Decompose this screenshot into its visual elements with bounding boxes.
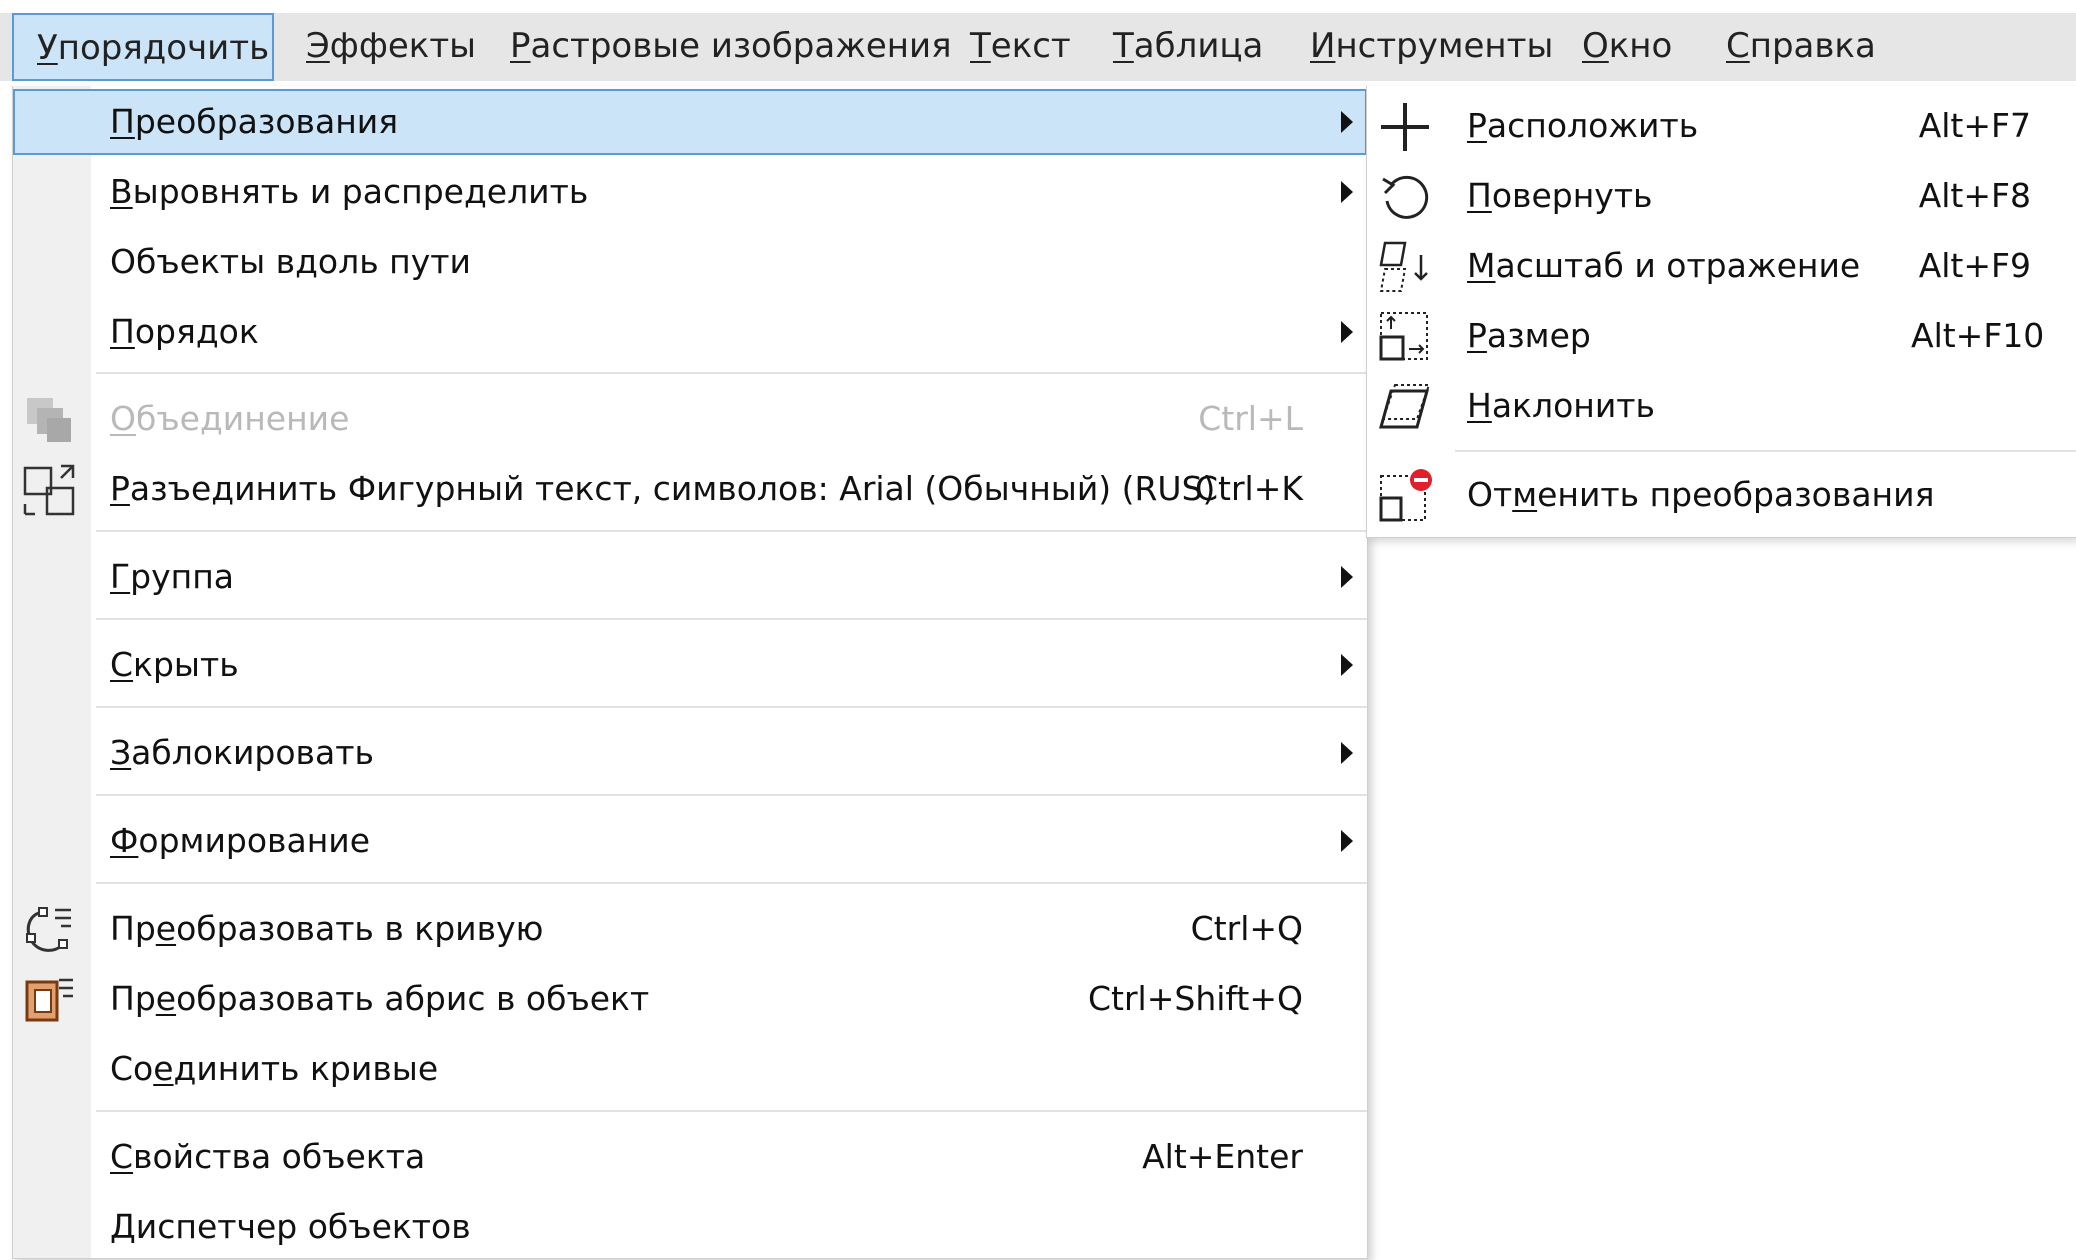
convert-to-curve-icon [26, 907, 71, 952]
submenu-item-shortcut: Alt+F7 [1918, 106, 2031, 145]
skew-icon [1379, 384, 1431, 429]
menu-item-convert-to-curve[interactable]: Преобразовать в кривую Ctrl+Q [13, 896, 1367, 962]
menu-tools[interactable]: Инструменты [1310, 13, 1553, 81]
menu-separator [96, 618, 1367, 620]
submenu-arrow-icon [1341, 830, 1353, 852]
submenu-item-label: Размер [1467, 316, 1591, 355]
menu-item-outline-to-object[interactable]: Преобразовать абрис в объект Ctrl+Shift+… [13, 966, 1367, 1032]
menu-item-break-apart[interactable]: Разъединить Фигурный текст, символов: Ar… [13, 456, 1367, 522]
transformations-submenu: Расположить Alt+F7 Повернуть Alt+F8 Масш… [1366, 86, 2076, 538]
submenu-item-size[interactable]: Размер Alt+F10 [1367, 303, 2076, 369]
menu-item-shortcut: Alt+Enter [1142, 1137, 1303, 1176]
submenu-arrow-icon [1341, 111, 1353, 133]
submenu-item-label: Наклонить [1467, 386, 1655, 425]
submenu-item-label: Повернуть [1467, 176, 1653, 215]
menu-arrange[interactable]: Упорядочить [12, 13, 274, 81]
submenu-arrow-icon [1341, 654, 1353, 676]
submenu-arrow-icon [1341, 566, 1353, 588]
clear-transformations-icon [1379, 469, 1432, 522]
outline-to-object-icon [25, 978, 73, 1022]
menu-item-lock[interactable]: Заблокировать [13, 720, 1367, 786]
menu-item-label: Заблокировать [110, 733, 374, 772]
menu-item-combine: Объединение Ctrl+L [13, 386, 1367, 452]
submenu-item-rotate[interactable]: Повернуть Alt+F8 [1367, 163, 2076, 229]
menu-table[interactable]: Таблица [1113, 13, 1263, 81]
menu-item-join-curves[interactable]: Соединить кривые [13, 1036, 1367, 1102]
menu-item-object-properties[interactable]: Свойства объекта Alt+Enter [13, 1124, 1367, 1190]
menu-item-label: Скрыть [110, 645, 239, 684]
arrange-dropdown-menu: Преобразования Выровнять и распределить … [12, 86, 1368, 1259]
menu-item-label: Порядок [110, 312, 259, 351]
menu-item-shortcut: Ctrl+Shift+Q [1088, 979, 1303, 1018]
menu-item-label: Выровнять и распределить [110, 172, 589, 211]
position-icon [1381, 103, 1429, 151]
scale-mirror-icon [1379, 241, 1428, 292]
menu-item-hide[interactable]: Скрыть [13, 632, 1367, 698]
menu-item-label: Преобразовать абрис в объект [110, 979, 650, 1018]
menu-item-label: Разъединить Фигурный текст, символов: Ar… [110, 469, 1216, 508]
submenu-item-label: Отменить преобразования [1467, 475, 1935, 514]
combine-icon [27, 398, 71, 442]
menu-item-group[interactable]: Группа [13, 544, 1367, 610]
submenu-item-scale-mirror[interactable]: Масштаб и отражение Alt+F9 [1367, 233, 2076, 299]
submenu-item-shortcut: Alt+F9 [1918, 246, 2031, 285]
menu-item-shortcut: Ctrl+K [1194, 469, 1303, 508]
submenu-item-skew[interactable]: Наклонить [1367, 373, 2076, 439]
menu-text[interactable]: Текст [970, 13, 1071, 81]
menu-item-label: Преобразовать в кривую [110, 909, 544, 948]
menu-separator [96, 372, 1367, 374]
break-apart-icon [23, 464, 75, 516]
menu-item-shortcut: Ctrl+L [1198, 399, 1303, 438]
menu-separator [96, 706, 1367, 708]
menu-effects[interactable]: Эффекты [306, 13, 476, 81]
menu-help[interactable]: Справка [1726, 13, 1876, 81]
menu-item-label: Объединение [110, 399, 350, 438]
menu-item-label: Объекты вдоль пути [110, 242, 471, 281]
submenu-arrow-icon [1341, 742, 1353, 764]
submenu-separator [1455, 450, 2076, 452]
menu-item-label: Группа [110, 557, 234, 596]
rotate-icon [1382, 175, 1429, 219]
menu-item-label: Формирование [110, 821, 371, 860]
submenu-item-clear-transformations[interactable]: Отменить преобразования [1367, 462, 2076, 528]
menu-bitmaps[interactable]: Растровые изображения [510, 13, 952, 81]
menu-item-label: Соединить кривые [110, 1049, 439, 1088]
menu-separator [96, 794, 1367, 796]
menu-item-objects-along-path[interactable]: Объекты вдоль пути [13, 229, 1367, 295]
size-icon [1379, 312, 1428, 361]
submenu-arrow-icon [1341, 321, 1353, 343]
submenu-item-label: Расположить [1467, 106, 1699, 145]
menu-item-label: Диспетчер объектов [110, 1207, 471, 1246]
menu-item-object-manager[interactable]: Диспетчер объектов [13, 1194, 1367, 1260]
menu-item-order[interactable]: Порядок [13, 299, 1367, 365]
menu-separator [96, 882, 1367, 884]
menu-separator [96, 530, 1367, 532]
menu-bar: Упорядочить Эффекты Растровые изображени… [0, 13, 2076, 81]
submenu-arrow-icon [1341, 181, 1353, 203]
menu-item-shaping[interactable]: Формирование [13, 808, 1367, 874]
menu-item-transformations[interactable]: Преобразования [13, 89, 1367, 155]
submenu-item-shortcut: Alt+F10 [1911, 316, 2045, 355]
menu-window[interactable]: Окно [1582, 13, 1672, 81]
submenu-item-position[interactable]: Расположить Alt+F7 [1367, 93, 2076, 159]
menu-item-align-distribute[interactable]: Выровнять и распределить [13, 159, 1367, 225]
menu-separator [96, 1110, 1367, 1112]
menu-item-shortcut: Ctrl+Q [1190, 909, 1303, 948]
submenu-item-shortcut: Alt+F8 [1918, 176, 2031, 215]
submenu-item-label: Масштаб и отражение [1467, 246, 1861, 285]
menu-item-label: Свойства объекта [110, 1137, 426, 1176]
menu-item-label: Преобразования [110, 102, 399, 141]
